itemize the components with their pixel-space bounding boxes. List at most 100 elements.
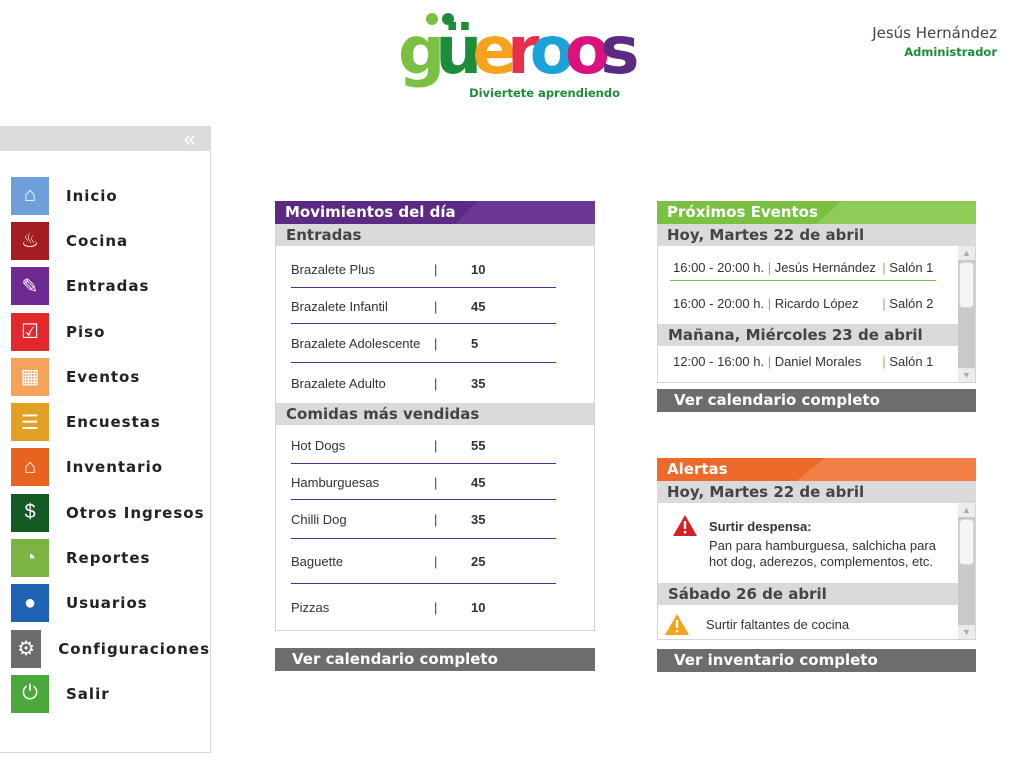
item-name: Baguette [291, 554, 344, 569]
separator: | [434, 438, 438, 453]
sidebar-item-inicio[interactable]: ⌂ Inicio [0, 173, 210, 218]
scroll-down-icon[interactable]: ▼ [958, 625, 975, 639]
logo-letter: o [564, 12, 610, 89]
table-row: Chilli Dog | 35 [276, 500, 594, 539]
alert-text: Surtir faltantes de cocina [706, 617, 850, 632]
separator: | [434, 336, 438, 351]
event-row[interactable]: 16:00 - 20:00 h. | Ricardo López | Salón… [658, 296, 975, 314]
pie-chart-icon: ◔ [11, 539, 49, 578]
alertas-list[interactable]: Surtir despensa: Pan para hamburguesa, s… [657, 503, 976, 640]
item-qty: 45 [471, 298, 486, 314]
sidebar-item-configuraciones[interactable]: ⚙ Configuraciones [0, 626, 210, 671]
separator: | [434, 261, 438, 277]
calendar-icon: ▦ [11, 357, 49, 396]
sidebar-item-salir[interactable]: ⏻ Salir [0, 671, 210, 716]
gear-wrench-icon: ⚙ [11, 629, 42, 668]
sidebar-item-cocina[interactable]: ♨ Cocina [0, 218, 210, 263]
sidebar-item-encuestas[interactable]: ☰ Encuestas [0, 399, 210, 444]
collapse-icon[interactable]: « [184, 127, 196, 151]
table-row: Brazalete Adulto | 35 [276, 363, 594, 403]
separator: | [878, 296, 890, 311]
separator: | [434, 599, 438, 615]
sidebar-item-inventario[interactable]: ⌂ Inventario [0, 445, 210, 490]
event-time: 12:00 - 16:00 h. [673, 354, 765, 369]
item-name: Brazalete Adulto [291, 375, 386, 391]
separator: | [878, 260, 890, 275]
scroll-up-icon[interactable]: ▲ [958, 246, 975, 260]
clipboard-icon: ☰ [11, 403, 49, 442]
separator: | [764, 296, 775, 311]
event-row[interactable]: 12:00 - 16:00 h. | Daniel Morales | Saló… [658, 354, 975, 372]
item-name: Pizzas [291, 599, 330, 615]
sidebar-item-label: Otros Ingresos [66, 503, 205, 522]
scroll-down-icon[interactable]: ▼ [958, 368, 975, 382]
event-person: Jesús Hernández [774, 260, 876, 275]
scroll-thumb[interactable] [959, 262, 974, 308]
alert-text: Pan para hamburguesa, salchicha para hot… [709, 538, 936, 569]
sidebar-item-eventos[interactable]: ▦ Eventos [0, 354, 210, 399]
scroll-thumb[interactable] [959, 519, 974, 565]
eventos-calendar-button[interactable]: Ver calendario completo [657, 389, 976, 412]
event-person: Ricardo López [774, 296, 859, 311]
separator: | [434, 375, 438, 391]
separator: | [434, 512, 438, 527]
separator: | [764, 354, 775, 369]
eventos-panel: Próximos Eventos Hoy, Martes 22 de abril… [657, 201, 976, 383]
alert-item[interactable]: Surtir faltantes de cocina [658, 605, 975, 639]
eventos-list[interactable]: 16:00 - 20:00 h. | Jesús Hernández | Sal… [657, 246, 976, 383]
item-qty: 35 [471, 512, 486, 527]
event-room: Salón 1 [889, 354, 934, 369]
sidebar-menu: ⌂ Inicio ♨ Cocina ✎ Entradas ☑ Piso ▦ Eventos ☰ Enc… [0, 151, 210, 717]
scroll-up-icon[interactable]: ▲ [958, 503, 975, 517]
movimientos-title: Movimientos del día [285, 203, 456, 221]
table-row: Brazalete Adolescente | 5 [276, 324, 594, 363]
sidebar-item-entradas[interactable]: ✎ Entradas [0, 264, 210, 309]
dollar-icon: $ [11, 493, 49, 532]
movimientos-header: Movimientos del día [275, 201, 595, 224]
sidebar-item-label: Cocina [66, 231, 129, 250]
warning-triangle-icon [665, 614, 689, 635]
movimientos-calendar-button[interactable]: Ver calendario completo [275, 648, 595, 671]
item-name: Hamburguesas [291, 474, 380, 490]
item-qty: 35 [471, 375, 486, 391]
sidebar-item-label: Eventos [66, 367, 141, 386]
sidebar-item-reportes[interactable]: ◔ Reportes [0, 535, 210, 580]
inventario-button[interactable]: Ver inventario completo [657, 649, 976, 672]
logo-letter: s [600, 12, 639, 89]
item-qty: 5 [471, 336, 479, 351]
separator: | [434, 298, 438, 314]
alertas-today-title: Hoy, Martes 22 de abril [657, 481, 976, 503]
row-divider [670, 280, 936, 281]
sidebar-item-piso[interactable]: ☑ Piso [0, 309, 210, 354]
separator: | [764, 260, 775, 275]
item-name: Hot Dogs [291, 438, 346, 453]
user-info[interactable]: Jesús Hernández Administrador [872, 24, 997, 59]
alertas-scrollbar[interactable]: ▲ ▼ [958, 503, 975, 639]
sidebar-item-otros-ingresos[interactable]: $ Otros Ingresos [0, 490, 210, 535]
ticket-icon: ✎ [11, 267, 49, 306]
logo: güeroos Diviertete aprendiendo [398, 12, 640, 104]
alert-title: Surtir despensa: [709, 519, 812, 534]
home-icon: ⌂ [11, 176, 49, 215]
power-icon: ⏻ [11, 674, 49, 713]
sidebar-item-label: Reportes [66, 549, 151, 568]
logo-letter: e [472, 12, 517, 89]
entradas-section-title: Entradas [276, 224, 594, 246]
alert-item[interactable]: Surtir despensa: Pan para hamburguesa, s… [658, 503, 975, 583]
comidas-section-title: Comidas más vendidas [276, 403, 594, 425]
event-room: Salón 1 [889, 260, 934, 275]
warehouse-icon: ⌂ [11, 448, 49, 487]
sidebar-item-label: Usuarios [66, 594, 148, 613]
table-row: Pizzas | 10 [276, 584, 594, 630]
separator: | [434, 474, 438, 490]
logo-letter: o [529, 12, 575, 89]
table-row: Brazalete Plus | 10 [276, 250, 594, 288]
table-row: Brazalete Infantil | 45 [276, 288, 594, 324]
table-row: Hamburguesas | 45 [276, 464, 594, 500]
eventos-scrollbar[interactable]: ▲ ▼ [958, 246, 975, 382]
item-name: Brazalete Infantil [291, 298, 388, 314]
event-time: 16:00 - 20:00 h. [673, 296, 765, 311]
sidebar: « ⌂ Inicio ♨ Cocina ✎ Entradas ☑ Piso ▦ Eventos ☰ E… [0, 126, 211, 753]
sidebar-item-usuarios[interactable]: ● Usuarios [0, 581, 210, 626]
event-row[interactable]: 16:00 - 20:00 h. | Jesús Hernández | Sal… [658, 260, 975, 296]
